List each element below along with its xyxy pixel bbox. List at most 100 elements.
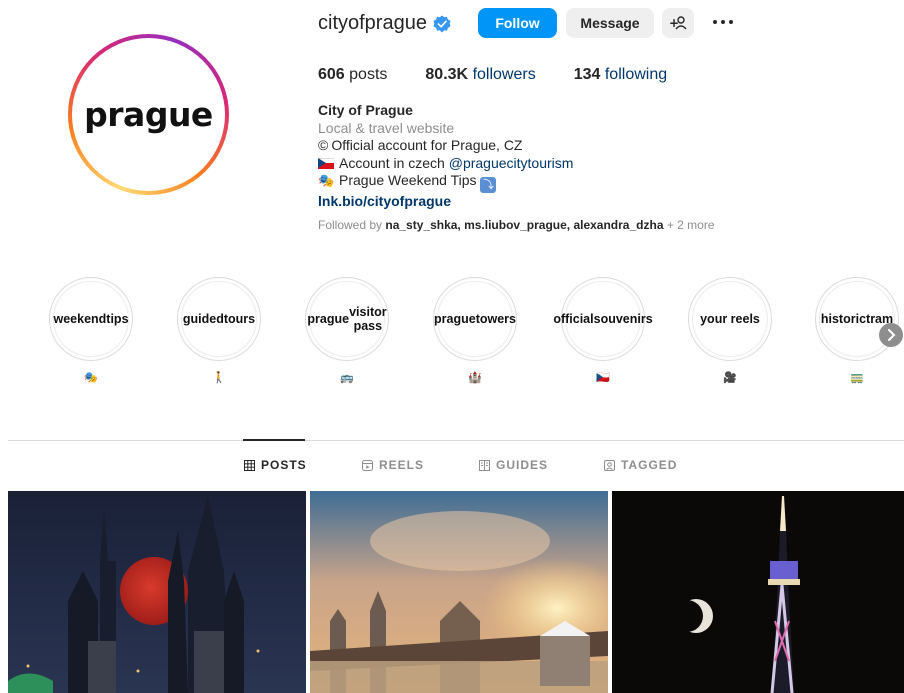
profile-stats: 606 posts 80.3K followers 134 following [318,66,667,84]
tab-reels-label: REELS [379,458,425,472]
highlight-cover: official souvenirs [553,277,653,361]
followers-label: followers [472,66,536,83]
highlight-title: prague towers [434,281,516,357]
following-link[interactable]: 134 following [574,66,667,84]
tabs-divider [8,440,904,441]
followers-count: 80.3K [425,66,469,83]
highlight-title: historic tram [819,281,895,357]
post-tile-1[interactable] [8,491,306,693]
highlight-emoji-icon: 🚃 [850,372,864,384]
bio-official-text: Official account for Prague, CZ [331,137,523,153]
avatar-logo-text: prague [75,41,222,188]
active-tab-indicator [243,439,305,441]
highlight-cover: prague towers [433,277,517,361]
highlight-emoji-icon: 🎥 [723,372,737,384]
followed-by-users: na_sty_shka, ms.liubov_prague, alexandra… [385,218,664,232]
reels-icon [362,459,373,471]
highlight-4[interactable]: prague towers 🏰 [433,277,517,384]
followed-by-more: + 2 more [663,218,715,232]
grid-icon [244,459,255,471]
highlight-cover: guided tours [177,277,261,361]
highlight-title-line1: official [553,312,594,326]
follow-button[interactable]: Follow [478,8,557,38]
highlight-cover: prague visitor pass [305,277,389,361]
bio-line-czech: Account in czech @praguecitytourism [318,155,573,173]
tab-posts-label: POSTS [261,458,307,472]
following-count: 134 [573,66,601,83]
highlight-title: official souvenirs [553,281,653,357]
followers-link[interactable]: 80.3K followers [425,66,535,84]
posts-stat: 606 posts [318,66,387,84]
display-name: City of Prague [318,102,413,118]
tab-reels[interactable]: REELS [362,458,424,472]
highlight-title-line2: tours [223,312,256,326]
tab-guides[interactable]: GUIDES [479,458,548,472]
avatar-inner: prague [72,38,225,191]
highlight-title: weekend tips [53,281,129,357]
more-options-icon[interactable] [711,14,735,30]
highlight-title: your reels [692,281,768,357]
highlight-title-line1: your reels [700,312,760,326]
highlights-next-button[interactable] [879,323,903,347]
tab-tagged-label: TAGGED [621,458,678,472]
highlight-cover: historic tram [815,277,899,361]
highlight-title-line2: tips [106,312,129,326]
czech-flag-icon [318,157,334,169]
highlight-3[interactable]: prague visitor pass 🚌 [305,277,389,384]
highlight-emoji-icon: 🇨🇿 [596,372,610,384]
following-label: following [604,66,668,83]
highlight-title-line2: visitor pass [349,305,387,333]
highlight-1[interactable]: weekend tips 🎭 [49,277,133,384]
highlight-6[interactable]: your reels 🎥 [688,277,772,384]
tagged-icon [604,459,615,471]
highlight-emoji-icon: 🚶 [212,372,226,384]
add-user-icon: + [669,16,687,30]
followed-by-prefix: Followed by [318,218,386,232]
highlight-emoji-icon: 🏰 [468,372,482,384]
highlight-title-line1: historic [820,312,867,326]
posts-label: posts [349,66,388,83]
post-image-charles-bridge-sunrise [310,491,608,693]
highlight-cover: weekend tips [49,277,133,361]
copyright-icon: © [318,137,329,153]
highlight-cover: your reels [688,277,772,361]
bio-line-weekend: 🎭 Prague Weekend Tips ⤵ [318,172,573,193]
post-image-petrin-tower-moon [612,491,904,693]
highlight-title-line2: towers [475,312,516,326]
highlight-emoji-icon: 🚌 [340,372,354,384]
mention-link[interactable]: @praguecitytourism [449,155,574,171]
post-tile-2[interactable] [310,491,608,693]
profile-avatar[interactable]: prague [68,34,229,195]
chevron-right-icon [888,329,896,341]
bio-line-official: © Official account for Prague, CZ [318,137,573,155]
category-label: Local & travel website [318,119,455,136]
guides-icon [479,459,490,471]
tab-posts[interactable]: POSTS [244,458,307,472]
profile-bio: City of Prague Local & travel website © O… [318,102,573,211]
followed-by[interactable]: Followed by na_sty_shka, ms.liubov_pragu… [318,218,715,232]
tab-tagged[interactable]: TAGGED [604,458,677,472]
username: cityofprague [318,12,427,34]
highlight-5[interactable]: official souvenirs 🇨🇿 [553,277,653,384]
arrow-down-icon: ⤵ [480,177,497,193]
bio-weekend-text: Prague Weekend Tips [339,172,481,188]
message-button[interactable]: Message [566,8,654,38]
bio-website-link[interactable]: lnk.bio/cityofprague [318,193,573,211]
suggest-user-button[interactable]: + [662,8,694,38]
posts-count: 606 [318,66,345,83]
verified-badge-icon [433,15,451,33]
highlight-title-line1: prague [434,312,476,326]
theater-masks-icon: 🎭 [318,173,335,188]
post-image-tyn-church-red-moon [8,491,306,693]
post-tile-3[interactable] [612,491,904,693]
highlight-title: prague visitor pass [307,281,387,357]
highlight-title-line1: weekend [53,312,107,326]
highlight-title-line2: souvenirs [593,312,653,326]
highlight-2[interactable]: guided tours 🚶 [177,277,261,384]
highlight-title-line1: guided [182,312,224,326]
tab-guides-label: GUIDES [496,458,549,472]
bio-czech-text: Account in czech [339,154,449,171]
highlight-title: guided tours [181,281,257,357]
highlight-title-line1: prague [307,312,350,326]
highlight-emoji-icon: 🎭 [84,372,98,384]
